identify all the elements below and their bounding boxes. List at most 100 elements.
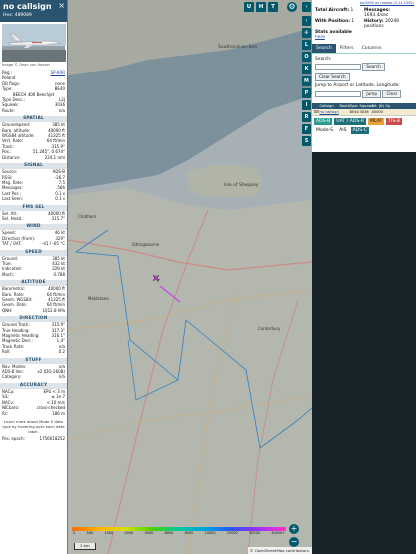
map-btn-o[interactable]: O xyxy=(302,52,311,62)
map-btn-f[interactable]: F xyxy=(302,124,311,134)
altitude-tick-label: 8000 xyxy=(184,531,194,535)
altitude-tick-label: 10000 xyxy=(204,531,216,535)
close-icon[interactable]: × xyxy=(58,1,65,10)
cell-squawk: 3036 xyxy=(359,109,369,114)
source-legend: ADS-B UAT / ADS-R MLAT TIS-B Mode-S AIS ADS-C xyxy=(312,116,416,136)
collapse-sidebar-icon[interactable]: ‹ xyxy=(302,16,311,26)
cell-type: BE40 xyxy=(349,109,359,114)
stats-here-link[interactable]: here xyxy=(315,35,325,40)
search-input[interactable] xyxy=(315,64,361,71)
source-badge: ADS-C xyxy=(350,126,369,134)
info-label: Mach: xyxy=(2,271,14,277)
info-label: Roll: xyxy=(2,349,11,355)
info-row: Roll: 0.2 xyxy=(0,349,67,354)
map-btn-u[interactable]: U xyxy=(244,2,254,12)
pos-epoch-label: Pos. epoch: xyxy=(2,435,25,441)
info-value: n/a xyxy=(58,107,65,113)
info-row: QNH: 1012.8 hPa xyxy=(0,308,67,313)
aircraft-photo[interactable] xyxy=(2,24,66,62)
info-label: Category: xyxy=(2,374,22,380)
infoblock-header: no callsign Hex: 489089 × xyxy=(0,0,67,22)
altitude-tick-label: 20000 xyxy=(226,531,238,535)
mode-s-note: Learn more about Mode S data type by hov… xyxy=(2,418,65,434)
map-canvas[interactable]: Isle of Sheppey Southend-on-Sea Sittingb… xyxy=(68,0,312,554)
altitude-tick-label: 30000 xyxy=(249,531,260,535)
total-aircraft-label: Total Aircraft: xyxy=(315,8,350,13)
panel-tabs: Search Filters Columns xyxy=(312,44,416,55)
jump-input[interactable] xyxy=(315,90,361,97)
clear-search-button[interactable]: Clear Search xyxy=(315,73,350,82)
info-value: 0.2 xyxy=(58,349,65,355)
map-btn-k[interactable]: K xyxy=(302,64,311,74)
total-aircraft-value: 1 xyxy=(350,8,354,13)
altitude-tick-label: 2000 xyxy=(124,531,134,535)
tab-search[interactable]: Search xyxy=(312,44,336,54)
info-row: Category: n/a xyxy=(0,374,67,379)
hex-value[interactable]: 489089 xyxy=(15,13,32,18)
altitude-tick-label: 0 xyxy=(73,531,76,535)
info-row: Distance: 224.1 nmi xyxy=(0,155,67,160)
clear-jump-button[interactable]: Clear xyxy=(382,89,402,98)
info-label: Distance: xyxy=(2,154,21,160)
source-badge: ADS-B xyxy=(314,117,333,125)
zoom-out-button[interactable]: − xyxy=(289,537,299,547)
source-badge: MLAT xyxy=(368,117,385,125)
info-value: 1012.8 hPa xyxy=(42,307,66,313)
fullscreen-icon[interactable]: ✣ xyxy=(302,28,311,38)
place-label-sittingbourne: Sittingbourne xyxy=(132,242,160,247)
info-value: 186 m xyxy=(52,410,65,416)
altitude-tick-label: 500 xyxy=(86,531,94,535)
map-attribution[interactable]: © OpenStreetMap contributors. xyxy=(247,547,312,554)
map[interactable]: Isle of Sheppey Southend-on-Sea Sittingb… xyxy=(68,0,312,554)
place-label-southend: Southend-on-Sea xyxy=(218,44,257,50)
info-value: 0.788 xyxy=(53,271,65,277)
altitude-colorbar: 0 500 1000 2000 4000 6000 8000 10000 20000 30000 4… xyxy=(72,527,286,536)
altitude-tick-label: 40000+ xyxy=(271,531,285,535)
map-btn-h[interactable]: H xyxy=(256,2,266,12)
info-row: Mach: 0.788 xyxy=(0,272,67,277)
registration-link[interactable]: SP-KAR xyxy=(51,70,65,75)
column-header[interactable]: Sp xyxy=(384,103,391,109)
zoom-in-button[interactable]: + xyxy=(289,524,299,534)
cell-alt: 40000 xyxy=(371,109,383,114)
source-badge: Mode-S xyxy=(316,127,334,133)
pos-epoch-value: 1756018252 xyxy=(39,435,65,441)
map-btn-m[interactable]: M xyxy=(302,76,311,86)
selected-infoblock: no callsign Hex: 489089 × Image © Dean v… xyxy=(0,0,68,554)
search-button[interactable]: Search xyxy=(362,63,385,72)
info-label: Last Seen: xyxy=(2,196,23,202)
cell-route xyxy=(338,109,348,115)
source-badge: UAT / ADS-R xyxy=(334,117,367,125)
info-label: Type: xyxy=(2,86,13,92)
info-value: -41 / -65 °C xyxy=(41,241,65,247)
map-btn-i[interactable]: I xyxy=(302,100,311,110)
aircraft-list-panel: tar1090 on readsb (3.14.1592) Total Airc… xyxy=(312,0,416,554)
stats-available-label: Stats available xyxy=(315,29,352,35)
map-btn-l[interactable]: L xyxy=(302,40,311,50)
place-label-canterbury: Canterbury xyxy=(258,326,281,331)
stats-block: Total Aircraft: 1 Messages: 1693.4/sec Wi… xyxy=(312,6,416,42)
table-body: no callsign BE40 3036 40000 xyxy=(312,108,416,116)
tab-columns[interactable]: Columns xyxy=(358,44,386,53)
info-label: Route: xyxy=(2,107,15,113)
search-section: Search: Search Clear Search Jump to Airp… xyxy=(312,54,416,101)
table-row[interactable]: no callsign BE40 3036 40000 xyxy=(312,108,416,116)
place-label-maidstone: Maidstone xyxy=(88,296,109,301)
settings-gear-icon[interactable]: ⚙ xyxy=(287,2,297,12)
jump-button[interactable]: Jump xyxy=(362,89,382,98)
map-btn-s[interactable]: S xyxy=(302,136,311,146)
search-label: Search: xyxy=(315,57,332,63)
map-btn-r[interactable]: R xyxy=(302,112,311,122)
photo-credit: Image © Dean van Hoesel xyxy=(2,63,50,67)
map-btn-p[interactable]: P xyxy=(302,88,311,98)
info-row: Route: n/a xyxy=(0,108,67,113)
info-label: TAT / OAT: xyxy=(2,241,22,247)
with-position-label: With Position: xyxy=(315,18,350,24)
cell-callsign[interactable]: no callsign xyxy=(318,109,339,115)
expand-panel-icon[interactable]: › xyxy=(302,2,311,12)
tab-filters[interactable]: Filters xyxy=(336,44,358,53)
altitude-tick-label: 1000 xyxy=(104,531,114,535)
messages-value: 1693.4/sec xyxy=(364,13,389,19)
map-btn-t[interactable]: T xyxy=(268,2,278,12)
scale-line: 2 km xyxy=(74,543,96,550)
